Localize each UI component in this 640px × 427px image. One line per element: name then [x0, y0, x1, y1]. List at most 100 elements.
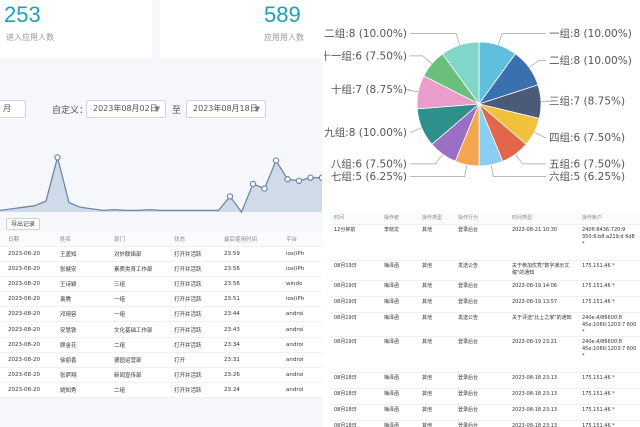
table-cell: 其他	[418, 224, 454, 261]
table-cell: 德园运营部	[106, 352, 166, 369]
column-header[interactable]: 操作账户	[578, 212, 640, 225]
table-cell: 梅泽函	[380, 388, 418, 405]
table-cell: 安慧铁	[52, 321, 106, 338]
pie-label: 十组:7 (8.75%)	[331, 83, 407, 96]
table-cell: 登录后台	[454, 404, 508, 421]
column-header[interactable]: 最后使用时间	[216, 232, 278, 247]
table-cell: 打开并活跃	[166, 321, 216, 338]
table-cell: androi	[278, 337, 322, 353]
column-header[interactable]: 操作类型	[418, 212, 454, 225]
column-header[interactable]: 姓名	[52, 232, 106, 247]
table-row[interactable]: 2023-08-20 邓琬容 一组 打开并活跃 23:44 androi	[0, 306, 322, 323]
table-row[interactable]: 2023-08-20 顾金花 二组 打开并活跃 23:34 androi	[0, 337, 322, 353]
table-cell: 175.151.46 *	[578, 420, 640, 427]
table-header-row: 时间 操作者 操作类型 操作行为 时间类型 操作账户	[330, 212, 640, 225]
column-header[interactable]: 时间	[330, 212, 380, 225]
table-cell: 2023-08-18 23:13	[508, 388, 578, 405]
table-cell: 其他	[418, 336, 454, 373]
visit-records-table: 日期 姓名 部门 状态 最后使用时间 平台 2023-08-20 王盖知 对外联络部 打开并活跃…	[0, 232, 322, 399]
end-date-picker[interactable]: 2023年08月18日 ▼	[186, 100, 266, 118]
table-cell: 175.151.46 *	[578, 404, 640, 421]
pie-label: 十二组:8 (10.00%)	[324, 27, 407, 40]
table-cell: 08月19日	[330, 296, 380, 313]
table-cell: 张萨翔	[52, 367, 106, 384]
table-cell: 2023-08-18 23:13	[508, 404, 578, 421]
table-row[interactable]: 08月19日 梅泽函 其他 发送公告 关于评选"比上之家"的通知 240e:4/86600…	[330, 312, 640, 337]
table-cell: 2023-08-20	[0, 276, 52, 293]
table-row[interactable]: 08月19日 梅泽函 其他 发送公告 关于参加优秀"数字演示文稿"的通知 175.151.…	[330, 260, 640, 281]
trend-point	[261, 185, 268, 192]
table-cell: 2023-08-20	[0, 246, 52, 262]
table-row[interactable]: 2023-08-20 王盖知 对外联络部 打开并活跃 23:59 ios(iPh	[0, 246, 322, 262]
column-header[interactable]: 状态	[166, 232, 216, 247]
table-cell: 登录后台	[454, 372, 508, 389]
table-row[interactable]: 12分钟前 李晓龙 其他 登录后台 2023-08-21 10:30 240fl:8436…	[330, 224, 640, 261]
table-cell: androi	[278, 382, 322, 399]
table-row[interactable]: 08月18日 梅泽函 其他 登录后台 2023-08-18 23:13 175.151.4…	[330, 420, 640, 427]
start-date-picker[interactable]: 2023年08月02日 ▼	[86, 100, 166, 118]
table-cell: 打开并活跃	[166, 261, 216, 277]
screenshot-collage: 253 进入应用人数 589 应用用人数 月 自定义： 2023年08月02日 …	[0, 0, 640, 427]
column-header[interactable]: 日期	[0, 232, 52, 247]
table-row[interactable]: 08月18日 梅泽函 其他 登录后台 2023-08-18 23:13 175.151.4…	[330, 404, 640, 421]
export-records-button[interactable]: 导出记录	[6, 218, 41, 230]
column-header[interactable]: 时间类型	[508, 212, 578, 225]
table-cell: 打开并活跃	[166, 306, 216, 323]
stat-label-entered: 进入应用人数	[6, 33, 54, 42]
table-cell: 登录后台	[454, 296, 508, 313]
column-header[interactable]: 操作者	[380, 212, 418, 225]
pie-leader-line	[410, 164, 468, 177]
pie-leader-line	[406, 89, 419, 93]
table-row[interactable]: 08月19日 梅泽函 其他 登录后台 2023-08-19 14:06 175.151.4…	[330, 280, 640, 297]
column-header[interactable]: 平台	[278, 232, 322, 247]
table-row[interactable]: 08月19日 梅泽函 其他 登录后台 2023-08-19 23:21 240e:4/86…	[330, 336, 640, 373]
trend-point	[226, 193, 234, 200]
usage-trend-chart	[0, 154, 322, 214]
table-cell: 打开并活跃	[166, 337, 216, 353]
table-row[interactable]: 08月18日 梅泽函 其他 登录后台 2023-08-18 23:13 175.151.4…	[330, 372, 640, 389]
pie-label: 一组:8 (10.00%)	[549, 27, 632, 40]
table-cell: 其他	[418, 420, 454, 427]
table-cell: 23:26	[216, 367, 278, 384]
table-row[interactable]: 2023-08-20 安慧铁 文化基础工作部 打开并活跃 23:43 androi	[0, 321, 322, 338]
table-cell: 2023-08-19 14:06	[508, 280, 578, 297]
table-cell: 23:56	[216, 261, 278, 277]
table-cell: 打开并活跃	[166, 382, 216, 399]
table-row[interactable]: 2023-08-20 张健安 素质类育工作部 打开并活跃 23:56 ios(iPh	[0, 261, 322, 277]
trend-point	[284, 176, 291, 183]
date-filter-row: 月 自定义： 2023年08月02日 ▼ 至 2023年08月18日 ▼	[0, 98, 322, 120]
pie-label: 六组:5 (6.25%)	[549, 170, 625, 183]
table-cell: 登录后台	[454, 336, 508, 373]
column-header[interactable]: 部门	[106, 232, 166, 247]
table-row[interactable]: 08月18日 梅泽函 其他 登录后台 2023-08-18 23:13 175.151.4…	[330, 388, 640, 405]
pie-label: 十一组:6 (7.50%)	[324, 49, 407, 62]
table-row[interactable]: 2023-08-20 袁腾 一组 打开并活跃 23:51 ios(iPh	[0, 291, 322, 308]
table-cell: 一组	[106, 291, 166, 308]
trend-point	[54, 154, 61, 161]
table-cell: 梅泽函	[380, 280, 418, 297]
table-cell: 打开并活跃	[166, 276, 216, 293]
table-cell: 08月19日	[330, 280, 380, 297]
pie-leader-line	[528, 60, 546, 68]
table-row[interactable]: 2023-08-20 姚知秀 二组 打开并活跃 23:24 androi	[0, 382, 322, 399]
table-cell: 三组	[106, 276, 166, 293]
table-row[interactable]: 2023-08-20 张萨翔 新闻宣传部 打开并活跃 23:26 androi	[0, 367, 322, 384]
pie-leader-line	[410, 127, 422, 133]
pie-label: 三组:7 (8.75%)	[549, 95, 625, 108]
table-row[interactable]: 08月19日 梅泽函 其他 登录后台 2023-08-19 13:57 175.151.4…	[330, 296, 640, 313]
pie-label: 九组:8 (10.00%)	[324, 126, 407, 139]
pie-leader-line	[534, 131, 546, 138]
table-row[interactable]: 2023-08-20 王诗颖 三组 打开并活跃 23:56 windo	[0, 276, 322, 293]
table-cell: 2023-08-19 13:57	[508, 296, 578, 313]
table-cell: 新闻宣传部	[106, 367, 166, 384]
table-cell: 240e:4/86600:8 45e:1060:1203:7 600 *	[578, 336, 640, 373]
table-cell: 二组	[106, 382, 166, 399]
table-row[interactable]: 2023-08-20 徐丽香 德园运营部 打开 23:31 androi	[0, 352, 322, 369]
pie-label: 四组:6 (7.50%)	[549, 131, 625, 144]
table-cell: ios(iPh	[278, 261, 322, 277]
table-cell: 其他	[418, 260, 454, 281]
table-cell: 王诗颖	[52, 276, 106, 293]
column-header[interactable]: 操作行为	[454, 212, 508, 225]
table-cell: 袁腾	[52, 291, 106, 308]
month-selector[interactable]: 月	[0, 100, 26, 118]
